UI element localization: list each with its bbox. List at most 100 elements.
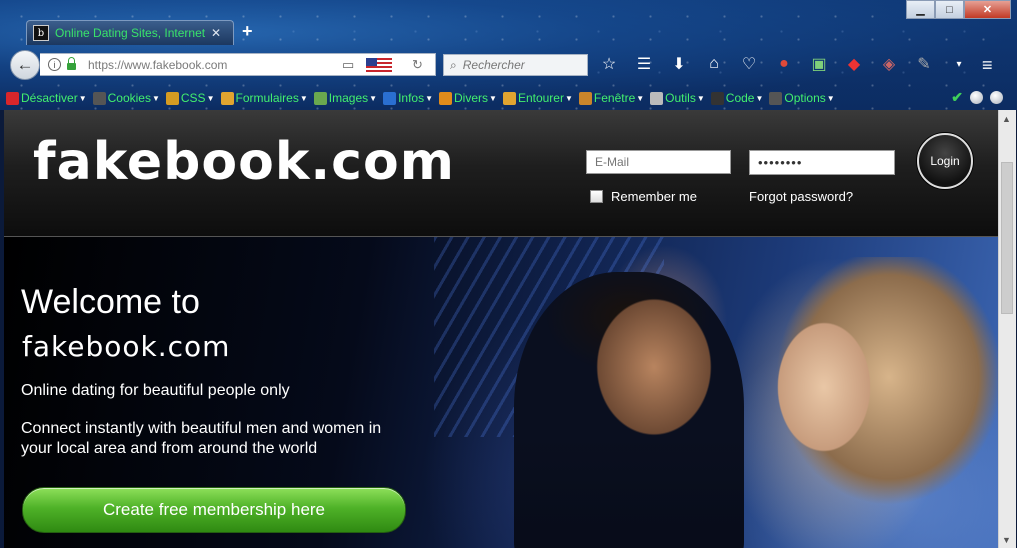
dropdown-arrow-icon: ▼ — [826, 93, 835, 103]
tools-icon — [650, 91, 664, 105]
url-domain: fakebook.com — [152, 57, 228, 72]
reader-view-icon[interactable]: ▭ — [342, 57, 354, 73]
ublock-icon[interactable]: ◈ — [878, 54, 900, 74]
home-icon[interactable]: ⌂ — [703, 55, 725, 73]
bookmark-menu-11[interactable]: Options ▼ — [769, 91, 835, 105]
bookmark-star-icon[interactable]: ☆ — [598, 54, 620, 74]
checkmark-icon[interactable]: ✔ — [951, 89, 963, 106]
lock-icon — [67, 57, 76, 70]
login-button[interactable]: Login — [917, 133, 973, 189]
search-placeholder: Rechercher — [462, 58, 525, 72]
page-scrollbar[interactable]: ▲ ▼ — [998, 110, 1016, 548]
reload-icon[interactable]: ↻ — [412, 57, 423, 73]
new-tab-button[interactable]: + — [242, 21, 253, 42]
scroll-up-icon[interactable]: ▲ — [1002, 114, 1011, 124]
site-header: fakebook.com •••••••• Remember me Forgot… — [4, 110, 998, 237]
image-icon — [313, 91, 327, 105]
search-box[interactable]: ⌕ Rechercher — [443, 54, 588, 76]
scroll-down-icon[interactable]: ▼ — [1002, 535, 1011, 545]
translate-icon[interactable]: ▣ — [808, 54, 830, 74]
welcome-heading: Welcome to — [21, 283, 200, 321]
pocket-icon[interactable]: ♡ — [738, 54, 760, 74]
code-icon — [710, 91, 724, 105]
bookmark-menu-4[interactable]: Images ▼ — [313, 91, 378, 105]
bookmark-menu-5[interactable]: Infos ▼ — [383, 91, 433, 105]
remember-me[interactable]: Remember me — [590, 189, 697, 204]
bookmark-menu-1[interactable]: Cookies ▼ — [92, 91, 160, 105]
bookmark-label: CSS — [180, 91, 206, 105]
dropdown-arrow-icon: ▼ — [696, 93, 705, 103]
pencil-icon — [502, 91, 516, 105]
bookmarks-list-icon[interactable]: ☰ — [633, 54, 655, 74]
scrollbar-thumb[interactable] — [1001, 162, 1013, 314]
bookmark-label: Formulaires — [235, 91, 299, 105]
bookmark-menu-2[interactable]: CSS ▼ — [165, 91, 215, 105]
site-info-icon[interactable]: i — [48, 58, 61, 71]
site-logo[interactable]: fakebook.com — [33, 132, 455, 192]
status-dot-icon[interactable] — [990, 91, 1003, 104]
dropdown-arrow-icon: ▼ — [425, 93, 433, 103]
url-prefix: https://www. — [88, 57, 153, 72]
options-icon — [769, 91, 783, 105]
css-wand-icon — [165, 91, 179, 105]
download-icon[interactable]: ⬇ — [668, 54, 690, 74]
page-viewport: fakebook.com •••••••• Remember me Forgot… — [4, 110, 998, 548]
hero-photo-man — [514, 272, 744, 548]
create-membership-button[interactable]: Create free membership here — [22, 487, 406, 533]
bookmark-label: Fenêtre — [593, 91, 636, 105]
search-icon: ⌕ — [450, 57, 457, 72]
status-dot-icon[interactable] — [970, 91, 983, 104]
hero-photo-woman — [739, 257, 998, 548]
minimize-button[interactable]: ▁ — [906, 0, 935, 19]
tab-close-icon[interactable]: ✕ — [211, 26, 221, 40]
overflow-menu-icon[interactable]: ▾ — [948, 59, 970, 70]
dropdown-arrow-icon: ▼ — [636, 93, 645, 103]
email-field[interactable] — [586, 150, 731, 174]
bookmark-menu-7[interactable]: Entourer ▼ — [502, 91, 573, 105]
dropdown-arrow-icon: ▼ — [206, 93, 215, 103]
remember-checkbox[interactable] — [590, 190, 603, 203]
misc-icon — [439, 91, 452, 105]
close-window-button[interactable]: ✕ — [964, 0, 1011, 19]
description: Connect instantly with beautiful men and… — [21, 420, 382, 457]
bookmark-menu-8[interactable]: Fenêtre ▼ — [578, 91, 645, 105]
bookmark-label: Code — [725, 91, 755, 105]
adblock-off-icon[interactable]: ◆ — [843, 54, 865, 74]
maximize-button[interactable]: □ — [935, 0, 964, 19]
address-bar[interactable]: i https://www.fakebook.com ▭ ↻ — [40, 53, 436, 76]
bookmark-label: Images — [328, 91, 369, 105]
bookmark-label: Désactiver — [21, 91, 78, 105]
forgot-password-link[interactable]: Forgot password? — [749, 189, 853, 204]
back-button[interactable]: ← — [10, 50, 40, 80]
bookmark-menu-6[interactable]: Divers ▼ — [439, 91, 497, 105]
bookmark-menu-10[interactable]: Code ▼ — [710, 91, 764, 105]
dropdown-arrow-icon: ▼ — [755, 93, 764, 103]
no-entry-icon — [6, 91, 19, 105]
welcome-site-name: fakebook.com — [22, 330, 231, 363]
cookie-icon — [92, 91, 106, 105]
bookmark-menu-9[interactable]: Outils ▼ — [650, 91, 705, 105]
hero-banner: Welcome to fakebook.com Online dating fo… — [4, 237, 998, 548]
bookmark-menu-0[interactable]: Désactiver ▼ — [6, 91, 87, 105]
password-field[interactable]: •••••••• — [749, 150, 895, 175]
tab-title: Online Dating Sites, Internet — [55, 26, 205, 40]
url-text[interactable]: https://www.fakebook.com — [88, 58, 227, 72]
extension-icon[interactable]: ✎ — [913, 54, 935, 74]
window-controls: ▁ □ ✕ — [906, 0, 1011, 19]
hamburger-menu-icon[interactable]: ≡ — [982, 55, 1002, 76]
tab-favicon: b — [33, 25, 49, 41]
dropdown-arrow-icon: ▼ — [369, 93, 378, 103]
form-icon — [220, 91, 234, 105]
dropdown-arrow-icon: ▼ — [151, 93, 160, 103]
back-arrow-icon: ← — [16, 55, 34, 74]
bookmark-menu-3[interactable]: Formulaires ▼ — [220, 91, 308, 105]
info-icon — [383, 91, 397, 105]
bookmark-label: Cookies — [107, 91, 151, 105]
bookmark-label: Infos — [398, 91, 425, 105]
ruler-icon — [578, 91, 592, 105]
browser-tab-active[interactable]: b Online Dating Sites, Internet ✕ — [26, 20, 234, 45]
remember-label: Remember me — [611, 189, 697, 204]
color-extension-icon[interactable]: ● — [773, 55, 795, 73]
toolbar-icons: ☆ ☰ ⬇ ⌂ ♡ ● ▣ ◆ ◈ ✎ ▾ — [598, 54, 970, 74]
us-flag-icon[interactable] — [366, 58, 392, 72]
